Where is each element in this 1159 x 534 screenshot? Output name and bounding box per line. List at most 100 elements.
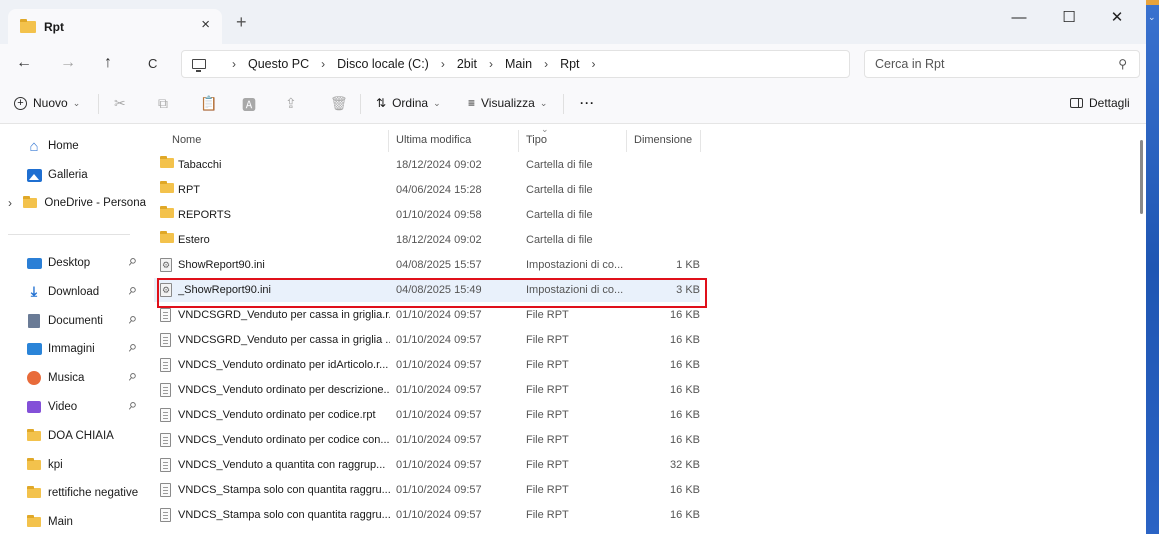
tab-rpt[interactable]: Rpt × <box>8 9 222 44</box>
pin-icon[interactable]: ⚲ <box>125 314 138 327</box>
table-row[interactable]: Estero 18/12/2024 09:02 Cartella di file <box>154 228 700 252</box>
sort-button[interactable]: ⇅ Ordina ⌄ <box>376 96 441 110</box>
file-type: File RPT <box>526 509 569 521</box>
table-row[interactable]: Tabacchi 18/12/2024 09:02 Cartella di file <box>154 153 700 177</box>
search-box[interactable]: ⚲ <box>864 50 1140 78</box>
breadcrumb-separator-icon[interactable]: › <box>489 57 493 71</box>
new-button[interactable]: + Nuovo ⌄ <box>14 96 80 110</box>
table-row[interactable]: VNDCS_Venduto a quantita con raggrup... 0… <box>154 453 700 477</box>
table-row[interactable]: VNDCS_Venduto ordinato per codice.rpt 01/… <box>154 403 700 427</box>
column-header-name[interactable]: Nome <box>172 134 201 146</box>
sidebar-item-label: Galleria <box>48 169 88 181</box>
sidebar-item-download[interactable]: ⤓ Download ⚲ <box>0 281 146 303</box>
breadcrumb-item[interactable]: 2bit <box>457 57 477 71</box>
table-row[interactable]: VNDCSGRD_Venduto per cassa in griglia.r.… <box>154 303 700 327</box>
navigation-pane: ⌂ Home Galleria › OneDrive - Persona Des… <box>0 124 146 534</box>
file-modified: 01/10/2024 09:57 <box>396 409 482 421</box>
details-button[interactable]: Dettagli <box>1070 96 1130 110</box>
breadcrumb-item[interactable]: Rpt <box>560 57 579 71</box>
file-size: 16 KB <box>670 384 700 396</box>
table-row[interactable]: VNDCS_Venduto ordinato per codice con...… <box>154 428 700 452</box>
view-button[interactable]: ≡ Visualizza ⌄ <box>468 96 547 110</box>
rename-icon[interactable]: 🅰 <box>242 95 256 115</box>
table-row[interactable]: ShowReport90.ini 04/08/2025 15:57 Impostaz… <box>154 253 700 277</box>
sidebar-item-doa-chiaia[interactable]: DOA CHIAIA <box>0 425 146 447</box>
breadcrumb-separator-icon[interactable]: › <box>592 57 596 71</box>
refresh-button[interactable]: C <box>148 56 157 71</box>
up-button[interactable]: ↑ <box>104 54 112 72</box>
sidebar-item-label: DOA CHIAIA <box>48 429 114 442</box>
paste-icon[interactable]: 📋 <box>200 95 217 112</box>
pin-icon[interactable]: ⚲ <box>125 342 138 355</box>
breadcrumb-separator-icon[interactable]: › <box>232 57 236 71</box>
breadcrumb-item[interactable]: Main <box>505 57 532 71</box>
sidebar-item-rettifiche-negative[interactable]: rettifiche negative <box>0 482 146 504</box>
sidebar-item-documenti[interactable]: Documenti ⚲ <box>0 310 146 332</box>
sidebar-item-home[interactable]: ⌂ Home <box>0 135 146 157</box>
file-name: VNDCSGRD_Venduto per cassa in griglia.r.… <box>178 309 390 321</box>
pin-icon[interactable]: ⚲ <box>125 256 138 269</box>
breadcrumb-separator-icon[interactable]: › <box>441 57 445 71</box>
copy-icon[interactable]: ⧉ <box>158 95 168 112</box>
divider <box>98 94 99 114</box>
vertical-scrollbar[interactable] <box>1140 140 1143 214</box>
sidebar-item-immagini[interactable]: Immagini ⚲ <box>0 338 146 360</box>
sidebar-item-label: Home <box>48 140 79 152</box>
breadcrumb-item[interactable]: Questo PC <box>248 57 309 71</box>
sidebar-item-gallery[interactable]: Galleria <box>0 164 146 186</box>
folder-icon <box>20 18 36 33</box>
table-row[interactable]: _ShowReport90.ini 04/08/2025 15:49 Imposta… <box>154 278 700 302</box>
sidebar-item-kpi[interactable]: kpi <box>0 454 146 476</box>
more-options-button[interactable]: ··· <box>580 96 595 110</box>
minimize-button[interactable]: — <box>996 6 1042 30</box>
column-divider[interactable] <box>388 130 389 152</box>
details-pane-icon <box>1070 98 1083 108</box>
sort-label: Ordina <box>392 96 429 110</box>
close-tab-icon[interactable]: × <box>201 16 210 33</box>
address-bar[interactable]: › Questo PC › Disco locale (C:) › 2bit › Main › R… <box>181 50 850 78</box>
column-divider[interactable] <box>626 130 627 152</box>
sidebar-item-musica[interactable]: Musica ⚲ <box>0 367 146 389</box>
close-window-button[interactable]: ✕ <box>1094 6 1140 30</box>
share-icon[interactable]: ⇪ <box>285 95 297 112</box>
search-input[interactable] <box>865 51 1095 77</box>
back-button[interactable]: ← <box>16 54 32 72</box>
pin-icon[interactable]: ⚲ <box>125 285 138 298</box>
sidebar-item-desktop[interactable]: Desktop ⚲ <box>0 252 146 274</box>
table-row[interactable]: VNDCS_Venduto ordinato per idArticolo.r.… <box>154 353 700 377</box>
file-modified: 18/12/2024 09:02 <box>396 234 482 246</box>
maximize-button[interactable]: ☐ <box>1046 6 1092 30</box>
table-row[interactable]: VNDCS_Stampa solo con quantita raggru...… <box>154 478 700 502</box>
column-header-type[interactable]: Tipo <box>526 134 547 146</box>
chevron-down-icon: ⌄ <box>72 97 81 108</box>
column-header-modified[interactable]: Ultima modifica <box>396 134 471 146</box>
table-row[interactable]: REPORTS 01/10/2024 09:58 Cartella di file <box>154 203 700 227</box>
file-icon <box>160 333 171 347</box>
sidebar-item-onedrive[interactable]: › OneDrive - Persona <box>0 192 146 214</box>
cut-icon[interactable]: ✂ <box>114 95 126 112</box>
sidebar-item-main[interactable]: Main <box>0 511 146 533</box>
pin-icon[interactable]: ⚲ <box>125 371 138 384</box>
new-tab-button[interactable]: + <box>236 12 247 33</box>
view-label: Visualizza <box>481 96 535 110</box>
breadcrumb-separator-icon[interactable]: › <box>321 57 325 71</box>
table-row[interactable]: VNDCS_Venduto ordinato per descrizione..… <box>154 378 700 402</box>
column-divider[interactable] <box>518 130 519 152</box>
column-divider[interactable] <box>700 130 701 152</box>
delete-icon[interactable]: 🗑 <box>330 95 348 112</box>
pin-icon[interactable]: ⚲ <box>125 400 138 413</box>
column-header-size[interactable]: Dimensione <box>634 134 692 146</box>
search-icon[interactable]: ⚲ <box>1118 57 1127 71</box>
sidebar-item-label: Documenti <box>48 314 103 327</box>
file-size: 16 KB <box>670 509 700 521</box>
plus-icon: + <box>14 96 27 110</box>
table-row[interactable]: RPT 04/06/2024 15:28 Cartella di file <box>154 178 700 202</box>
file-icon <box>160 458 171 472</box>
breadcrumb-item[interactable]: Disco locale (C:) <box>337 57 429 71</box>
table-row[interactable]: VNDCS_Stampa solo con quantita raggru...… <box>154 503 700 527</box>
breadcrumb-separator-icon[interactable]: › <box>544 57 548 71</box>
sidebar-item-video[interactable]: Video ⚲ <box>0 396 146 418</box>
table-row[interactable]: VNDCSGRD_Venduto per cassa in griglia ..… <box>154 328 700 352</box>
forward-button[interactable]: → <box>60 54 76 72</box>
expand-chevron-icon[interactable]: › <box>8 196 22 210</box>
